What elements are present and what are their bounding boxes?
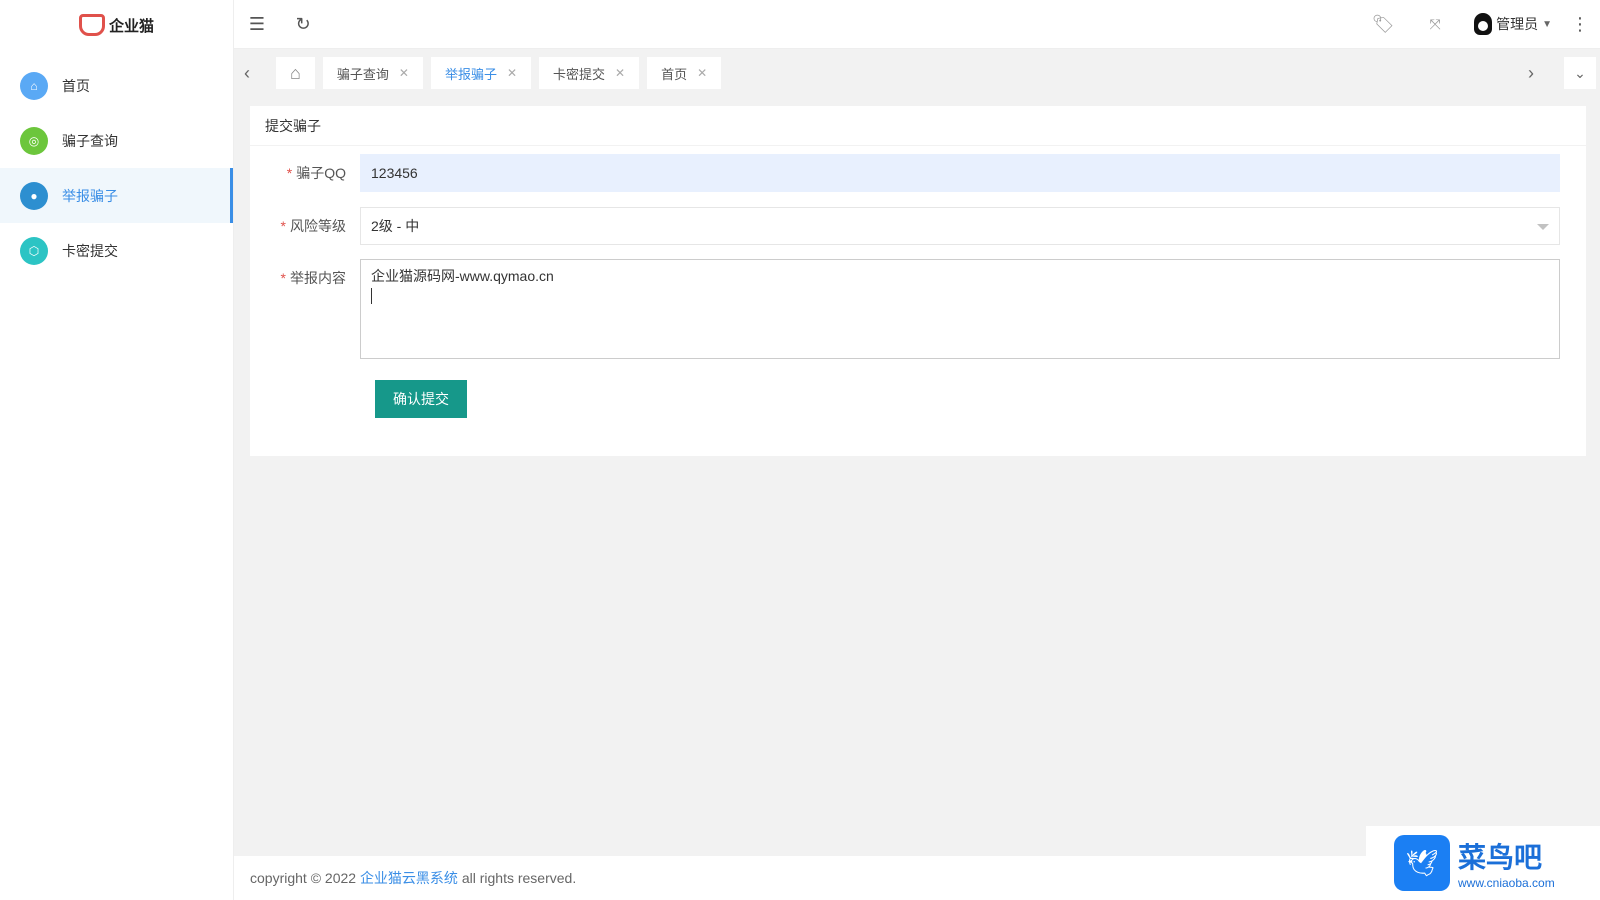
close-icon[interactable]: ✕	[399, 66, 409, 80]
shield-icon: ◎	[20, 126, 48, 155]
tab-label: 首页	[661, 66, 688, 82]
home-icon: ⌂	[290, 62, 301, 83]
content-textarea[interactable]: 企业猫源码网-www.qymao.cn	[360, 259, 1560, 359]
sidebar-item-card-submit[interactable]: ⬡ 卡密提交	[0, 223, 233, 278]
tab-report-scammer[interactable]: 举报骗子 ✕	[430, 57, 532, 89]
menu-toggle-icon[interactable]: ☰	[234, 0, 280, 49]
tab-label: 骗子查询	[336, 66, 389, 82]
tab-bar: ‹ ⌂ 骗子查询 ✕ 举报骗子 ✕ 卡密提交 ✕ 首页 ✕ › ⌄	[234, 49, 1600, 97]
cat-logo-icon	[78, 14, 105, 36]
close-icon[interactable]: ✕	[507, 66, 517, 80]
refresh-icon[interactable]: ↻	[280, 0, 326, 49]
home-icon: ⌂	[20, 71, 48, 100]
header: ☰ ↻ 🏷 ⤧ 管理员 ▼ ⋮	[234, 0, 1600, 49]
risk-level-select[interactable]: 2级 - 中	[360, 207, 1560, 245]
footer-link[interactable]: 企业猫云黑系统	[360, 870, 458, 886]
caret-down-icon: ▼	[1542, 18, 1552, 30]
sidebar-item-label: 卡密提交	[62, 242, 118, 259]
close-icon[interactable]: ✕	[697, 66, 707, 80]
tabs-dropdown-icon[interactable]: ⌄	[1564, 57, 1596, 89]
tab-scammer-query[interactable]: 骗子查询 ✕	[322, 57, 423, 89]
qq-input[interactable]: 123456	[360, 154, 1560, 192]
more-vertical-icon[interactable]: ⋮	[1568, 0, 1592, 49]
close-icon[interactable]: ✕	[615, 66, 625, 80]
tab-label: 举报骗子	[444, 66, 497, 82]
logo-text: 企业猫	[108, 17, 154, 35]
tab-label: 卡密提交	[553, 66, 606, 82]
risk-level-label: * 风险等级	[280, 218, 346, 234]
qq-avatar-icon	[1474, 13, 1493, 35]
sidebar: 企业猫 ⌂ 首页 ◎ 骗子查询 ● 举报骗子 ⬡ 卡密提交	[0, 0, 234, 900]
sidebar-item-label: 举报骗子	[62, 187, 118, 204]
circle-icon: ●	[20, 181, 48, 210]
tab-card-submit[interactable]: 卡密提交 ✕	[539, 57, 640, 89]
tabs-next-icon[interactable]: ›	[1528, 63, 1564, 84]
tab-home[interactable]: 首页 ✕	[647, 57, 722, 89]
hexagon-icon: ⬡	[20, 236, 48, 265]
tab-home-icon-tab[interactable]: ⌂	[276, 57, 315, 89]
sidebar-item-home[interactable]: ⌂ 首页	[0, 58, 233, 113]
tag-icon[interactable]: 🏷	[1360, 0, 1406, 49]
sidebar-item-label: 骗子查询	[62, 132, 118, 149]
report-form-card: 提交骗子 * 骗子QQ 123456 * 风险等级 2级 - 中 * 举报内容 企业猫…	[250, 106, 1586, 456]
sidebar-item-label: 首页	[62, 77, 90, 94]
copyright-text: copyright © 2022	[250, 870, 360, 886]
selected-value: 2级 - 中	[371, 218, 420, 234]
textarea-value: 企业猫源码网-www.qymao.cn	[371, 268, 554, 284]
card-title: 提交骗子	[250, 106, 1586, 146]
tabs-prev-icon[interactable]: ‹	[244, 63, 276, 84]
rights-text: all rights reserved.	[457, 870, 577, 886]
content-label: * 举报内容	[280, 270, 346, 286]
logo[interactable]: 企业猫	[0, 0, 233, 50]
bird-logo-icon: 🕊	[1394, 835, 1450, 891]
watermark-name: 菜鸟吧	[1458, 841, 1543, 874]
sidebar-item-report-scammer[interactable]: ● 举报骗子	[0, 168, 233, 223]
watermark: 🕊 菜鸟吧 www.cniaoba.com	[1366, 826, 1600, 900]
fullscreen-icon[interactable]: ⤧	[1412, 0, 1458, 49]
submit-button[interactable]: 确认提交	[375, 380, 467, 418]
watermark-url: www.cniaoba.com	[1458, 876, 1555, 890]
user-menu[interactable]: 管理员 ▼	[1464, 13, 1562, 35]
user-name: 管理员	[1496, 16, 1539, 32]
sidebar-item-scammer-query[interactable]: ◎ 骗子查询	[0, 113, 233, 168]
qq-label: * 骗子QQ	[286, 165, 346, 181]
